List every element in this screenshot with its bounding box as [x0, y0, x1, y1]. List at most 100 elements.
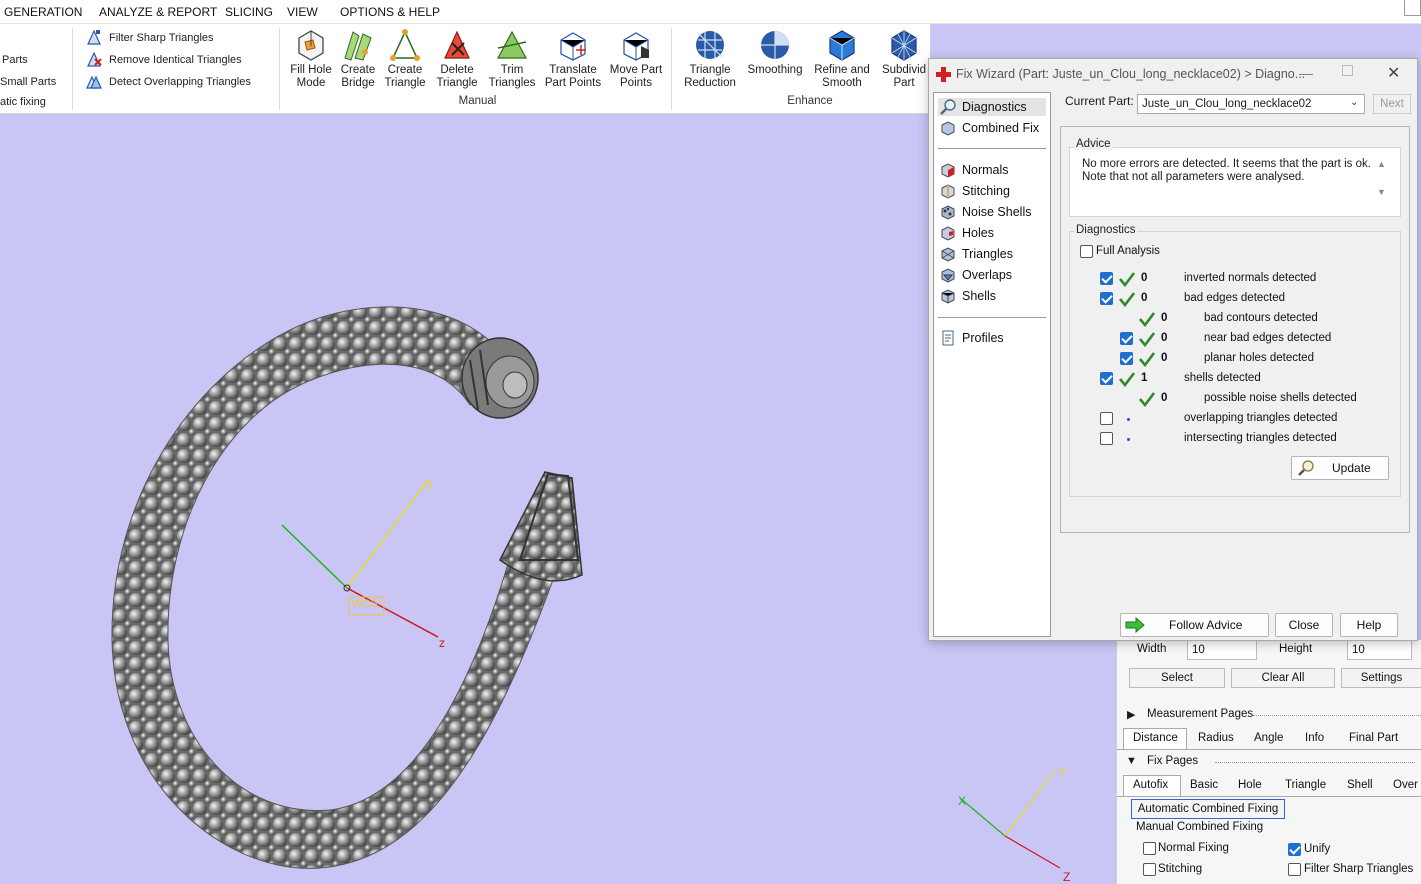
next-button[interactable]: Next: [1373, 94, 1411, 114]
fix-pages-collapse-icon[interactable]: ▼: [1126, 755, 1137, 767]
diagnostics-content: Advice No more errors are detected. It s…: [1060, 126, 1410, 533]
delete-triangle-label2: Triangle: [436, 77, 478, 89]
measurement-expand-icon[interactable]: ▶: [1127, 708, 1135, 721]
tab-distance[interactable]: Distance: [1123, 728, 1187, 749]
refine-smooth-label1: Refine and: [814, 64, 870, 76]
fill-hole-label1: Fill Hole: [290, 64, 332, 76]
ribbon-small-parts-label[interactable]: Small Parts: [0, 76, 56, 88]
filter-sharp-triangles-button[interactable]: Filter Sharp Triangles: [109, 32, 214, 44]
diag-row-label: shells detected: [1184, 372, 1261, 384]
move-points-label2: Points: [620, 77, 652, 89]
triangles-icon: [941, 247, 955, 262]
diag-row-label: inverted normals detected: [1184, 272, 1317, 284]
filter-sharp-checkbox[interactable]: [1288, 863, 1301, 876]
subdivide-part-button[interactable]: Subdivid Part: [878, 28, 930, 90]
diag-row-label: planar holes detected: [1204, 352, 1314, 364]
tab-angle[interactable]: Angle: [1254, 732, 1283, 744]
unify-checkbox[interactable]: [1288, 843, 1301, 856]
clear-all-button[interactable]: Clear All: [1231, 668, 1335, 688]
nav-combined-fix[interactable]: Combined Fix: [938, 119, 1039, 137]
tab-overlaps[interactable]: Over: [1393, 779, 1418, 791]
tab-triangle[interactable]: Triangle: [1285, 779, 1326, 791]
diag-row-checkbox[interactable]: [1100, 372, 1113, 385]
close-button[interactable]: Close: [1275, 613, 1333, 637]
diag-row-checkbox[interactable]: [1120, 352, 1133, 365]
close-icon[interactable]: ✕: [1387, 63, 1400, 83]
move-part-points-button[interactable]: Move Part Points: [607, 28, 665, 90]
nav-stitching[interactable]: Stitching: [938, 182, 1010, 200]
diag-row-value: 1: [1141, 372, 1148, 384]
ribbon-toolbar: Parts Small Parts atic fixing Filter Sha…: [0, 24, 930, 114]
nav-normals[interactable]: Normals: [938, 161, 1009, 179]
trim-triangles-button[interactable]: Trim Triangles: [486, 28, 538, 90]
nav-triangles[interactable]: Triangles: [938, 245, 1013, 263]
automatic-combined-fixing-button[interactable]: Automatic Combined Fixing: [1131, 799, 1285, 819]
tab-autofix[interactable]: Autofix: [1123, 775, 1181, 796]
diag-row-checkbox[interactable]: [1100, 272, 1113, 285]
translate-part-points-button[interactable]: Translate Part Points: [543, 28, 603, 90]
tab-shell[interactable]: Shell: [1347, 779, 1373, 791]
diag-row-checkbox[interactable]: [1100, 292, 1113, 305]
full-analysis-checkbox[interactable]: [1080, 245, 1093, 258]
diag-row-checkbox[interactable]: [1120, 332, 1133, 345]
follow-advice-button[interactable]: Follow Advice: [1120, 613, 1269, 637]
menu-bar: GENERATION ANALYZE & REPORT SLICING VIEW…: [0, 0, 1421, 24]
tab-info[interactable]: Info: [1305, 732, 1324, 744]
filter-sharp-triangles-icon: [87, 29, 101, 45]
dialog-title: Fix Wizard (Part: Juste_un_Clou_long_nec…: [956, 67, 1306, 81]
delete-triangle-button[interactable]: Delete Triangle: [433, 28, 481, 90]
scroll-down-icon[interactable]: ▼: [1377, 187, 1386, 197]
settings-button[interactable]: Settings: [1341, 668, 1421, 688]
maximize-icon[interactable]: [1342, 65, 1353, 76]
menu-view[interactable]: VIEW: [287, 5, 318, 19]
menu-slicing[interactable]: SLICING: [225, 5, 273, 19]
nav-profiles[interactable]: Profiles: [938, 329, 1004, 347]
menu-generation[interactable]: GENERATION: [4, 5, 82, 19]
tab-final-part[interactable]: Final Part: [1349, 732, 1398, 744]
scroll-up-icon[interactable]: ▲: [1377, 159, 1386, 169]
refine-and-smooth-button[interactable]: Refine and Smooth: [811, 28, 873, 90]
minimize-icon[interactable]: —: [1299, 65, 1313, 81]
current-part-select[interactable]: Juste_un_Clou_long_necklace02 ⌄: [1137, 94, 1365, 114]
menu-options-help[interactable]: OPTIONS & HELP: [340, 5, 440, 19]
corner-restore-icon[interactable]: [1404, 0, 1421, 16]
diag-row-checkbox[interactable]: [1100, 412, 1113, 425]
axis-y-line: [346, 479, 429, 589]
detect-overlapping-triangles-button[interactable]: Detect Overlapping Triangles: [109, 76, 251, 88]
nav-overlaps[interactable]: Overlaps: [938, 266, 1012, 284]
diag-row-checkbox[interactable]: [1100, 432, 1113, 445]
fill-hole-label2: Mode: [296, 77, 326, 89]
subdivide-label1: Subdivid: [881, 64, 927, 76]
height-field[interactable]: 10: [1347, 640, 1412, 660]
tab-hole[interactable]: Hole: [1238, 779, 1262, 791]
ribbon-parts-label[interactable]: Parts: [2, 54, 28, 66]
check-icon: [1139, 352, 1155, 367]
nav-shells[interactable]: Shells: [938, 287, 996, 305]
fix-wizard-dialog: Fix Wizard (Part: Juste_un_Clou_long_nec…: [928, 58, 1418, 641]
mini-axis-y-label: Y: [1058, 765, 1067, 779]
nav-diagnostics[interactable]: Diagnostics: [938, 98, 1046, 116]
normal-fixing-checkbox[interactable]: [1143, 842, 1156, 855]
check-icon: [1139, 312, 1155, 327]
width-field[interactable]: 10: [1187, 640, 1257, 660]
tab-radius[interactable]: Radius: [1198, 732, 1234, 744]
create-bridge-button[interactable]: Create Bridge: [337, 28, 379, 90]
nav-holes[interactable]: Holes: [938, 224, 994, 242]
remove-identical-triangles-button[interactable]: Remove Identical Triangles: [109, 54, 242, 66]
help-button[interactable]: Help: [1340, 613, 1398, 637]
smoothing-button[interactable]: Smoothing: [744, 28, 806, 77]
measurement-pages-header[interactable]: Measurement Pages: [1147, 708, 1253, 720]
update-button[interactable]: Update: [1291, 456, 1389, 480]
fix-pages-header[interactable]: Fix Pages: [1147, 755, 1198, 767]
smoothing-icon: [761, 31, 789, 59]
triangle-reduction-button[interactable]: Triangle Reduction: [680, 28, 740, 90]
nav-noise-shells[interactable]: Noise Shells: [938, 203, 1031, 221]
menu-analyze-report[interactable]: ANALYZE & REPORT: [99, 5, 217, 19]
select-button[interactable]: Select: [1129, 668, 1225, 688]
dialog-titlebar[interactable]: Fix Wizard (Part: Juste_un_Clou_long_nec…: [929, 59, 1417, 89]
check-icon: [1139, 332, 1155, 347]
stitching-checkbox[interactable]: [1143, 863, 1156, 876]
create-triangle-button[interactable]: Create Triangle: [382, 28, 428, 90]
tab-basic[interactable]: Basic: [1190, 779, 1218, 791]
fill-hole-mode-button[interactable]: Fill Hole Mode: [287, 28, 335, 90]
